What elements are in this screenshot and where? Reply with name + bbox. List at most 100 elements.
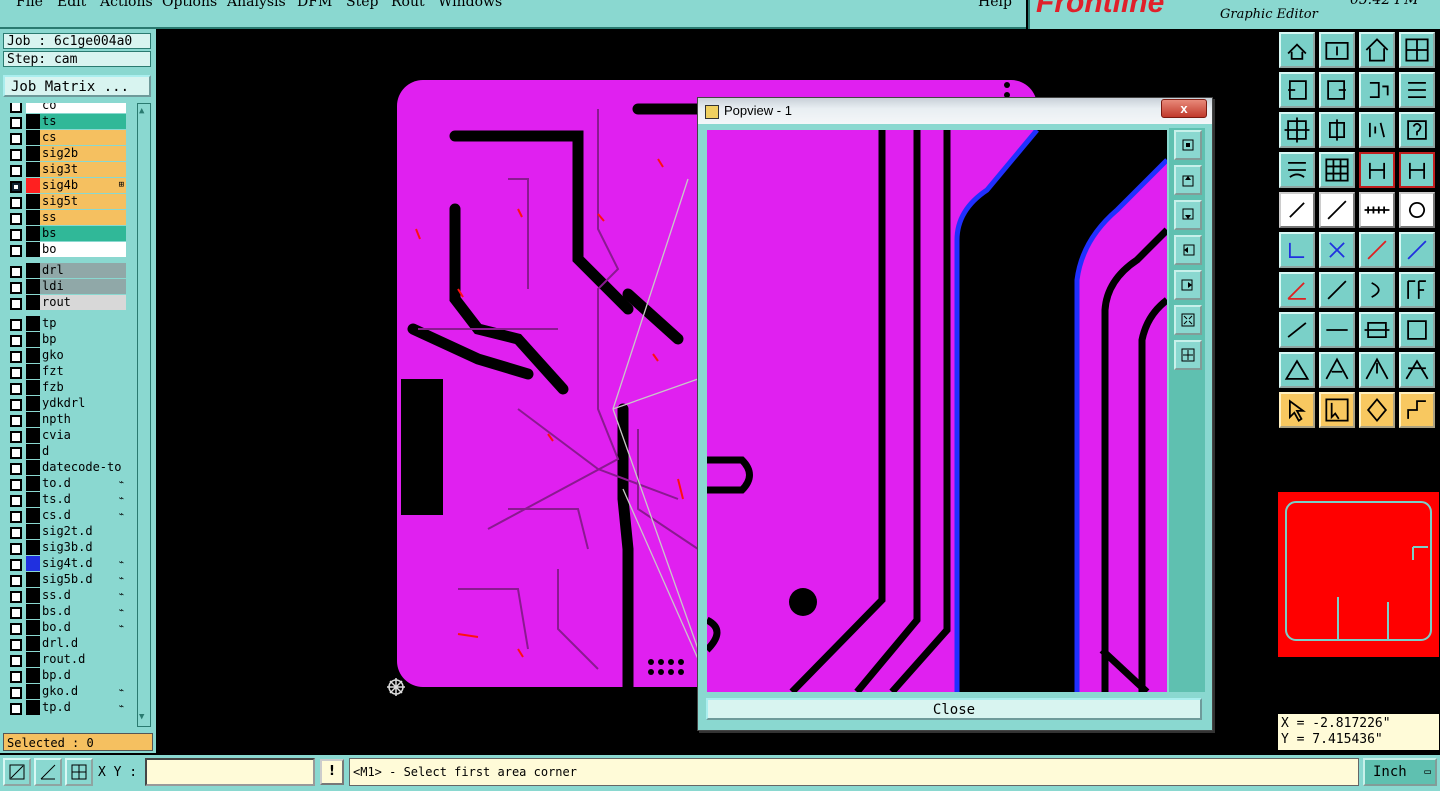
popview-pan-left-icon[interactable] bbox=[1174, 235, 1202, 265]
help-icon[interactable] bbox=[1399, 112, 1435, 148]
scroll-down-icon[interactable]: ▼ bbox=[139, 712, 149, 722]
layer-checkbox[interactable] bbox=[10, 463, 22, 475]
settings-icon[interactable] bbox=[1279, 152, 1315, 188]
layer-name[interactable]: sig2b bbox=[40, 146, 126, 161]
split-view-icon[interactable] bbox=[1399, 32, 1435, 68]
layer-name[interactable]: ldi bbox=[40, 279, 126, 294]
layer-name[interactable]: datecode-to bbox=[40, 460, 126, 475]
layer-name[interactable]: fzb bbox=[40, 380, 126, 395]
layer-checkbox[interactable] bbox=[10, 383, 22, 395]
measure-icon[interactable] bbox=[34, 758, 62, 786]
layer-row[interactable]: d bbox=[4, 444, 126, 459]
layer-row[interactable]: bs.d ⌁ bbox=[4, 604, 126, 619]
layer-row[interactable]: sig2b bbox=[4, 146, 126, 161]
layer-checkbox[interactable] bbox=[10, 367, 22, 379]
job-matrix-button[interactable]: Job Matrix ... bbox=[3, 75, 151, 97]
select-box-arrow-icon[interactable] bbox=[1319, 392, 1355, 428]
layer-checkbox[interactable] bbox=[10, 575, 22, 587]
house-icon[interactable] bbox=[1359, 32, 1395, 68]
layer-name[interactable]: sig5b.d bbox=[40, 572, 126, 587]
layer-row[interactable]: to.d ⌁ bbox=[4, 476, 126, 491]
layer-row[interactable]: sig5b.d ⌁ bbox=[4, 572, 126, 587]
circle-pad-icon[interactable] bbox=[1399, 192, 1435, 228]
layer-checkbox[interactable] bbox=[10, 165, 22, 177]
layer-name[interactable]: bo.d bbox=[40, 620, 126, 635]
snap-icon[interactable] bbox=[3, 758, 31, 786]
layer-row[interactable]: cs bbox=[4, 130, 126, 145]
layer-row[interactable]: bp.d bbox=[4, 668, 126, 683]
rotate-icon[interactable] bbox=[1359, 72, 1395, 108]
layer-row[interactable]: cvia bbox=[4, 428, 126, 443]
layer-checkbox[interactable] bbox=[10, 282, 22, 294]
select-arrow-icon[interactable] bbox=[1279, 392, 1315, 428]
component-icon[interactable] bbox=[1399, 312, 1435, 348]
layer-name[interactable]: to.d bbox=[40, 476, 126, 491]
route-blue-icon[interactable] bbox=[1399, 232, 1435, 268]
menu-analysis[interactable]: Analysis bbox=[227, 0, 286, 10]
layer-row[interactable]: bp bbox=[4, 332, 126, 347]
layer-name[interactable]: sig4b bbox=[40, 178, 126, 193]
layer-checkbox[interactable] bbox=[10, 298, 22, 310]
popview-pan-down-icon[interactable] bbox=[1174, 200, 1202, 230]
slash-icon[interactable] bbox=[1319, 272, 1355, 308]
layer-name[interactable]: co bbox=[40, 103, 126, 113]
menu-file[interactable]: File bbox=[16, 0, 43, 10]
layer-name[interactable]: drl.d bbox=[40, 636, 126, 651]
trace-width-icon[interactable] bbox=[1319, 312, 1355, 348]
layer-checkbox[interactable] bbox=[10, 527, 22, 539]
layer-checkbox[interactable] bbox=[10, 103, 22, 113]
layer-name[interactable]: d bbox=[40, 444, 126, 459]
layer-name[interactable]: sig5t bbox=[40, 194, 126, 209]
layer-row[interactable]: sig2t.d bbox=[4, 524, 126, 539]
menu-actions[interactable]: Actions bbox=[100, 0, 153, 10]
layer-name[interactable]: fzt bbox=[40, 364, 126, 379]
fit-icon[interactable] bbox=[1279, 112, 1315, 148]
pan-left-icon[interactable] bbox=[1279, 72, 1315, 108]
popview-zoom-fit-icon[interactable] bbox=[1174, 130, 1202, 160]
pan-right-icon[interactable] bbox=[1319, 72, 1355, 108]
menu-step[interactable]: Step bbox=[346, 0, 378, 10]
select-path-icon[interactable] bbox=[1399, 392, 1435, 428]
triangle-b-icon[interactable] bbox=[1319, 352, 1355, 388]
mirror-icon[interactable] bbox=[1399, 72, 1435, 108]
layer-row[interactable]: tp.d ⌁ bbox=[4, 700, 126, 715]
layer-checkbox[interactable] bbox=[10, 623, 22, 635]
layer-row[interactable]: drl bbox=[4, 263, 126, 278]
layer-row[interactable]: bo.d ⌁ bbox=[4, 620, 126, 635]
layer-name[interactable]: gko.d bbox=[40, 684, 126, 699]
layer-checkbox[interactable] bbox=[10, 117, 22, 129]
menu-options[interactable]: Options bbox=[162, 0, 217, 10]
layer-row[interactable]: rout bbox=[4, 295, 126, 310]
layer-row[interactable]: bs bbox=[4, 226, 126, 241]
menu-help[interactable]: Help bbox=[978, 0, 1012, 10]
layer-name[interactable]: bs bbox=[40, 226, 126, 241]
layer-name[interactable]: sig3t bbox=[40, 162, 126, 177]
popview-close-button[interactable]: Close bbox=[706, 698, 1202, 720]
measure-box-icon[interactable] bbox=[1359, 312, 1395, 348]
pad-add-icon[interactable] bbox=[1279, 192, 1315, 228]
ruler-icon[interactable] bbox=[1359, 192, 1395, 228]
layer-checkbox[interactable] bbox=[10, 245, 22, 257]
grid-icon[interactable] bbox=[65, 758, 93, 786]
warning-button[interactable]: ! bbox=[320, 759, 344, 785]
layer-row[interactable]: sig3t bbox=[4, 162, 126, 177]
menu-rout[interactable]: Rout bbox=[391, 0, 425, 10]
layer-name[interactable]: bp.d bbox=[40, 668, 126, 683]
layer-checkbox[interactable] bbox=[10, 479, 22, 491]
popview-titlebar[interactable]: Popview - 1 x bbox=[698, 98, 1212, 124]
layer-row[interactable]: cs.d ⌁ bbox=[4, 508, 126, 523]
layer-checkbox[interactable] bbox=[10, 447, 22, 459]
center-icon[interactable] bbox=[1319, 112, 1355, 148]
layer-checkbox[interactable] bbox=[10, 229, 22, 241]
net-highlight-icon[interactable] bbox=[1399, 152, 1435, 188]
layer-row[interactable]: fzb bbox=[4, 380, 126, 395]
layer-checkbox[interactable] bbox=[10, 181, 22, 193]
layer-row[interactable]: rout.d bbox=[4, 652, 126, 667]
layer-name[interactable]: drl bbox=[40, 263, 126, 278]
line-draw-icon[interactable] bbox=[1319, 192, 1355, 228]
layer-name[interactable]: ts.d bbox=[40, 492, 126, 507]
layer-name[interactable]: npth bbox=[40, 412, 126, 427]
grid-toggle-icon[interactable] bbox=[1319, 152, 1355, 188]
layer-row[interactable]: ldi bbox=[4, 279, 126, 294]
menu-windows[interactable]: Windows bbox=[438, 0, 502, 10]
